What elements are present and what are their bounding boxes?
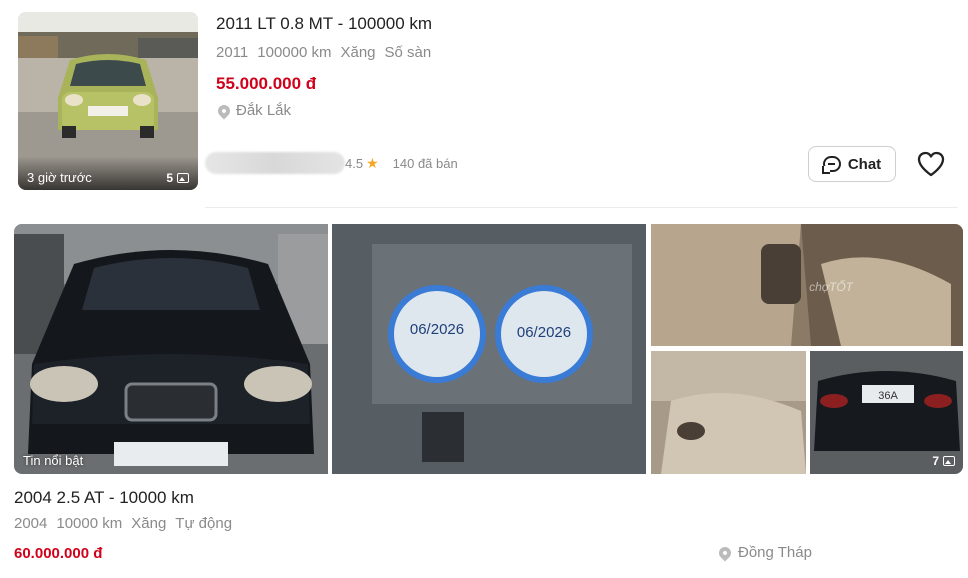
listing-divider bbox=[205, 207, 958, 208]
seller-info[interactable]: 4.5 ★ 140 đã bán bbox=[205, 152, 458, 174]
listing-title[interactable]: 2011 LT 0.8 MT - 100000 km bbox=[216, 14, 432, 34]
save-favorite-button[interactable] bbox=[916, 150, 946, 178]
spec-year: 2004 bbox=[14, 515, 48, 532]
chat-button[interactable]: Chat bbox=[808, 146, 896, 182]
star-icon: ★ bbox=[366, 154, 379, 171]
gallery-main-photo[interactable]: Tin nổi bật bbox=[14, 224, 328, 474]
windshield-stickers-photo: 06/2026 06/2026 bbox=[332, 224, 646, 474]
gallery-photo-windshield-stickers[interactable]: 06/2026 06/2026 bbox=[332, 224, 646, 474]
location-pin-icon bbox=[215, 102, 233, 119]
car-photo-black-sedan-front bbox=[14, 224, 328, 474]
gallery-photo-interior[interactable]: chợTỐT bbox=[651, 224, 963, 346]
plate-fragment: 36A bbox=[878, 390, 898, 402]
listing-thumbnail[interactable]: 3 giờ trước 5 bbox=[18, 12, 198, 190]
spec-fuel: Xăng bbox=[131, 515, 167, 532]
image-count: 5 bbox=[166, 171, 189, 185]
listing-location-2: Đồng Tháp bbox=[716, 544, 812, 561]
listing-title-2[interactable]: 2004 2.5 AT - 10000 km bbox=[14, 488, 194, 508]
heart-icon bbox=[917, 151, 945, 177]
seller-name-blurred bbox=[205, 152, 345, 174]
listing-location: Đắk Lắk bbox=[215, 102, 292, 119]
image-count-icon bbox=[943, 456, 955, 466]
spec-mileage: 10000 km bbox=[56, 515, 123, 532]
gallery-photo-seat[interactable] bbox=[651, 351, 806, 474]
gallery-photo-rear[interactable]: 36A 7 bbox=[810, 351, 963, 474]
listing-2-gallery[interactable]: Tin nổi bật 06/2026 06/2026 chợTỐT 36A 7 bbox=[14, 224, 964, 474]
seller-rating: 4.5 ★ bbox=[345, 155, 379, 172]
chat-label: Chat bbox=[847, 155, 882, 173]
sticker-date-1: 06/2026 bbox=[410, 321, 464, 338]
spec-transmission: Tự động bbox=[175, 515, 233, 532]
spec-year: 2011 bbox=[216, 44, 249, 61]
spec-mileage: 100000 km bbox=[257, 44, 332, 61]
chat-icon bbox=[822, 156, 841, 172]
interior-seats-photo bbox=[651, 224, 963, 346]
location-text: Đắk Lắk bbox=[236, 102, 292, 119]
spec-fuel: Xăng bbox=[340, 44, 376, 61]
image-count-icon bbox=[177, 173, 189, 183]
spec-transmission: Số sàn bbox=[384, 44, 432, 61]
listing-specs-2: 2004 10000 km Xăng Tự động bbox=[14, 515, 232, 532]
sold-count: 140 đã bán bbox=[392, 155, 458, 171]
listing-price: 55.000.000 đ bbox=[216, 74, 317, 93]
listing-specs: 2011 100000 km Xăng Số sàn bbox=[216, 44, 431, 61]
gallery-image-count-value: 7 bbox=[932, 454, 939, 468]
listing-price-2: 60.000.000 đ bbox=[14, 545, 103, 562]
rating-value: 4.5 bbox=[345, 155, 364, 171]
location-text: Đồng Tháp bbox=[738, 544, 812, 561]
image-count-value: 5 bbox=[166, 171, 173, 185]
listing-card-1[interactable]: 3 giờ trước 5 2011 LT 0.8 MT - 100000 km… bbox=[0, 0, 968, 210]
location-pin-icon bbox=[716, 544, 734, 561]
posted-time: 3 giờ trước bbox=[27, 170, 92, 185]
sticker-date-2: 06/2026 bbox=[517, 324, 571, 341]
seat-photo bbox=[651, 351, 806, 474]
watermark-text: chợTỐT bbox=[809, 280, 853, 294]
featured-badge: Tin nổi bật bbox=[23, 453, 84, 468]
gallery-image-count: 7 bbox=[932, 454, 955, 468]
